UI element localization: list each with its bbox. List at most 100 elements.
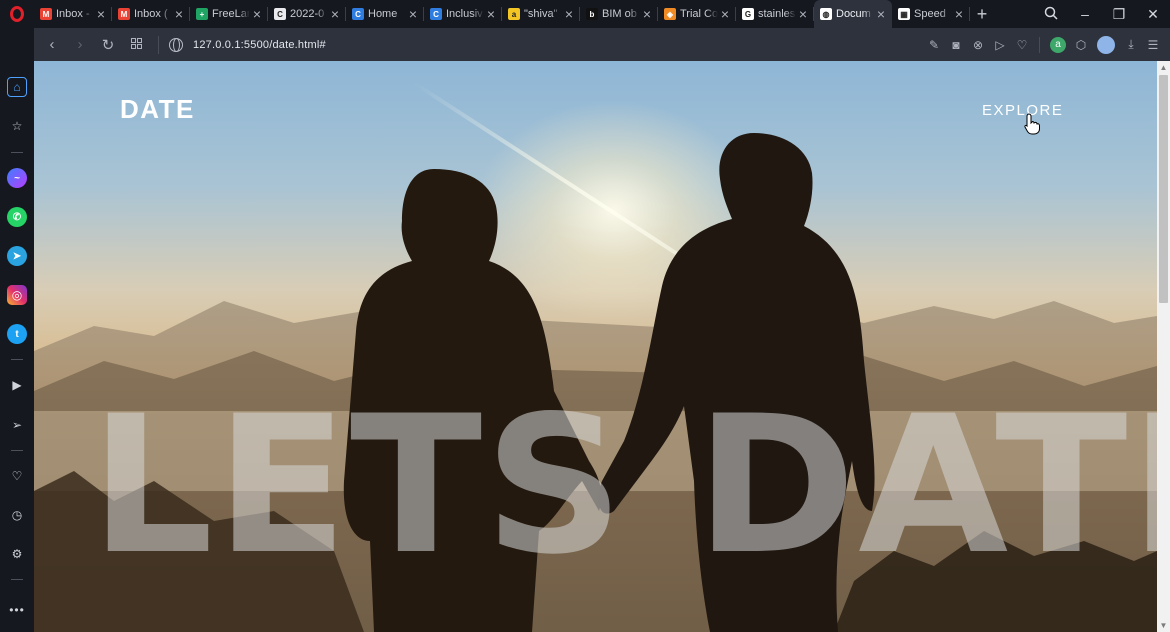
browser-tab[interactable]: M Inbox ( × — [112, 0, 190, 28]
page-viewport: DATE EXPLORE LETS DATE — [34, 61, 1157, 632]
canva-icon: C — [352, 8, 364, 20]
address-bar: ‹ › ↻ 127.0.0.1:5500/date.html# ✎ ◙ ⊗ ▷ … — [34, 28, 1170, 61]
tab-title: BIM ob — [602, 8, 637, 20]
tab-title: FreeLar — [212, 8, 250, 20]
vertical-scrollbar[interactable]: ▲ ▼ — [1157, 61, 1170, 632]
amazon-icon: a — [508, 8, 520, 20]
scrollbar-thumb[interactable] — [1159, 75, 1168, 303]
twitter-icon[interactable]: t — [7, 324, 27, 344]
whatsapp-icon[interactable]: ✆ — [7, 207, 27, 227]
sheets-icon: + — [196, 8, 208, 20]
messenger-icon[interactable]: ~ — [7, 168, 27, 188]
scroll-down-arrow-icon[interactable]: ▼ — [1157, 619, 1170, 632]
opera-menu-button[interactable] — [0, 0, 34, 28]
profile-avatar[interactable] — [1097, 35, 1115, 54]
separator — [11, 579, 23, 580]
site-info-globe-icon[interactable] — [169, 37, 183, 52]
close-tab-icon[interactable]: × — [874, 7, 888, 21]
browser-tab[interactable]: C Inclusiv × — [424, 0, 502, 28]
grid-icon — [130, 38, 142, 49]
close-tab-icon[interactable]: × — [562, 7, 576, 21]
shield-icon: ◈ — [664, 8, 676, 20]
close-tab-icon[interactable]: × — [640, 7, 654, 21]
bookmark-heart-icon[interactable]: ♡ — [1011, 38, 1033, 52]
browser-tab[interactable]: C 2022-0 × — [268, 0, 346, 28]
close-tab-icon[interactable]: × — [952, 7, 966, 21]
browser-tab[interactable]: + FreeLar × — [190, 0, 268, 28]
browser-tab[interactable]: ▦ Speed × — [892, 0, 970, 28]
close-tab-icon[interactable]: × — [328, 7, 342, 21]
tab-title: Home — [368, 8, 398, 20]
gmail-icon: M — [40, 8, 52, 20]
extensions-cube-icon[interactable]: ⬡ — [1070, 38, 1092, 52]
tab-title: Trial Co — [680, 8, 718, 20]
grammarly-extension-icon[interactable]: a — [1050, 36, 1066, 53]
tab-bar: M Inbox - × M Inbox (× + FreeLar × C 2022-0 × C Home… — [0, 0, 1170, 28]
globe-icon: ◍ — [820, 8, 832, 20]
url-field[interactable]: 127.0.0.1:5500/date.html# — [193, 39, 326, 51]
home-icon[interactable]: ⌂ — [7, 77, 27, 97]
hand-cursor-icon — [1024, 113, 1040, 135]
close-tab-icon[interactable]: × — [172, 7, 186, 21]
site-logo[interactable]: DATE — [120, 94, 195, 125]
send-to-flow-icon[interactable]: ▷ — [989, 38, 1011, 52]
more-icon[interactable]: ••• — [7, 600, 27, 620]
browser-tab[interactable]: M Inbox - × — [34, 0, 112, 28]
close-tab-icon[interactable]: × — [718, 7, 732, 21]
telegram-icon[interactable]: ➤ — [7, 246, 27, 266]
close-tab-icon[interactable]: × — [484, 7, 498, 21]
player-icon[interactable]: ▶ — [7, 375, 27, 395]
hero-heading: LETS DATE — [90, 375, 1157, 596]
settings-icon[interactable]: ⚙ — [7, 544, 27, 564]
history-icon[interactable]: ◷ — [7, 505, 27, 525]
speed-dial-star-icon[interactable]: ☆ — [7, 116, 27, 136]
opera-logo-icon — [10, 6, 24, 22]
reload-button[interactable]: ↻ — [94, 36, 122, 54]
minimize-button[interactable]: – — [1068, 6, 1102, 22]
gmail-icon: M — [118, 8, 130, 20]
separator — [11, 450, 23, 451]
tab-title: Inclusiv — [446, 8, 483, 20]
opera-sidebar: ⌂ ☆ ~ ✆ ➤ ◎ t ▶ ➢ ♡ ◷ ⚙ ••• — [0, 28, 34, 632]
explore-link[interactable]: EXPLORE — [982, 102, 1063, 119]
separator — [158, 35, 159, 54]
tab-title: 2022-0 — [290, 8, 325, 20]
back-button[interactable]: ‹ — [38, 36, 66, 53]
adblock-icon[interactable]: ⊗ — [967, 38, 989, 52]
easy-setup-icon[interactable]: ☰ — [1142, 38, 1164, 52]
tab-title: Docum — [836, 8, 871, 20]
edit-icon[interactable]: ✎ — [923, 38, 945, 52]
browser-tab[interactable]: ◍ Docum × — [814, 0, 892, 28]
close-window-button[interactable]: ✕ — [1136, 6, 1170, 23]
scroll-up-arrow-icon[interactable]: ▲ — [1157, 61, 1170, 74]
forward-button[interactable]: › — [66, 36, 94, 53]
tab-title: stainles — [758, 8, 796, 20]
camera-icon[interactable]: ◙ — [945, 38, 967, 52]
tab-title: Inbox - — [56, 8, 90, 20]
browser-tab[interactable]: Gstainles × — [736, 0, 814, 28]
browser-tab[interactable]: C Home × — [346, 0, 424, 28]
tab-title: Inbox ( — [134, 8, 168, 20]
close-tab-icon[interactable]: × — [796, 7, 810, 21]
send-icon[interactable]: ➢ — [7, 415, 27, 435]
canva-icon: C — [430, 8, 442, 20]
tab-strip: M Inbox - × M Inbox (× + FreeLar × C 2022-0 × C Home… — [34, 0, 970, 28]
close-tab-icon[interactable]: × — [250, 7, 264, 21]
new-tab-button[interactable]: + — [970, 4, 994, 25]
heart-icon[interactable]: ♡ — [7, 466, 27, 486]
instagram-icon[interactable]: ◎ — [7, 285, 27, 305]
restore-button[interactable]: ❐ — [1102, 6, 1136, 23]
close-tab-icon[interactable]: × — [406, 7, 420, 21]
bim-icon: b — [586, 8, 598, 20]
browser-tab[interactable]: ◈ Trial Co × — [658, 0, 736, 28]
search-tabs-button[interactable] — [1034, 6, 1068, 23]
browser-tab[interactable]: a "shiva" × — [502, 0, 580, 28]
google-icon: G — [742, 8, 754, 20]
downloads-icon[interactable]: ⤓ — [1120, 37, 1142, 52]
tab-title: "shiva" — [524, 8, 558, 20]
browser-tab[interactable]: b BIM ob × — [580, 0, 658, 28]
window-controls: – ❐ ✕ — [1034, 0, 1170, 28]
close-tab-icon[interactable]: × — [94, 7, 108, 21]
separator — [1039, 36, 1040, 53]
tab-overview-button[interactable] — [122, 36, 150, 53]
